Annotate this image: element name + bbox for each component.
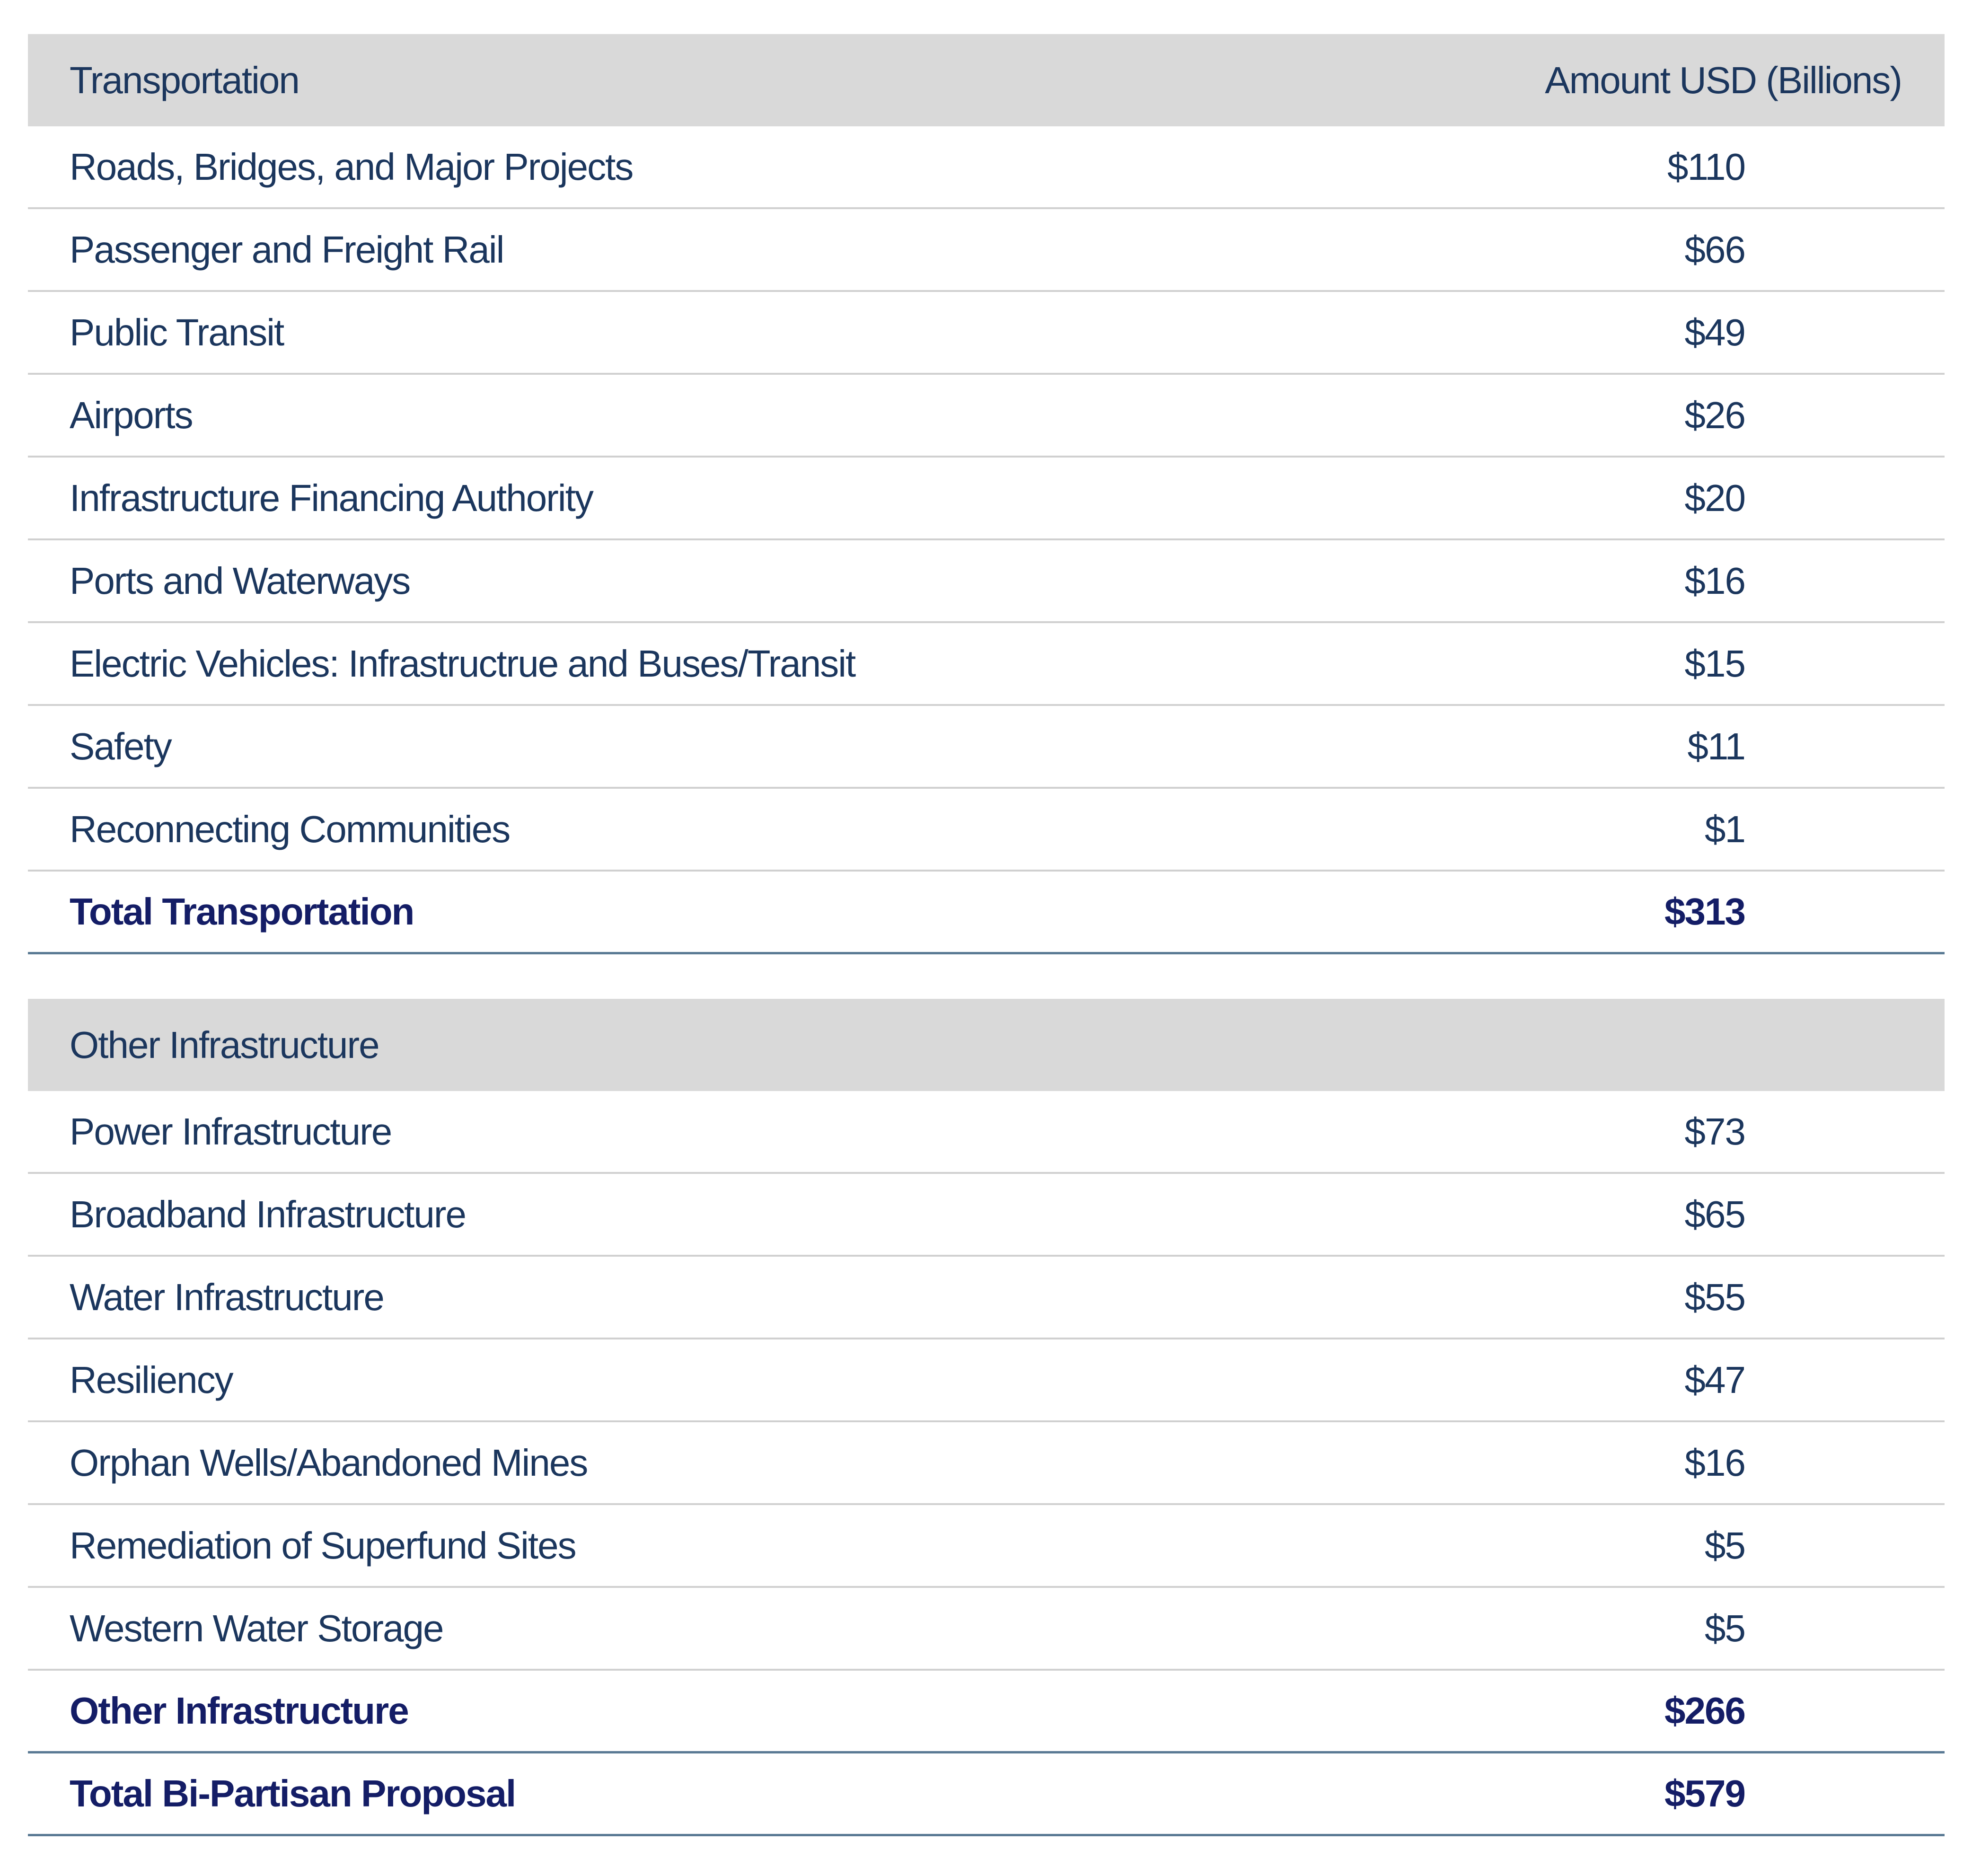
row-value: $65: [1684, 1193, 1746, 1235]
table-row: Ports and Waterways $16: [28, 540, 1945, 623]
row-label: Public Transit: [70, 311, 284, 353]
row-label: Western Water Storage: [70, 1607, 444, 1649]
table-row: Public Transit $49: [28, 292, 1945, 375]
row-value: $73: [1684, 1110, 1746, 1153]
table-row: Western Water Storage $5: [28, 1588, 1945, 1671]
table-row: Roads, Bridges, and Major Projects $110: [28, 126, 1945, 209]
row-label: Orphan Wells/Abandoned Mines: [70, 1441, 588, 1484]
section-header: Transportation Amount USD (Billions): [28, 34, 1945, 126]
table-row: Infrastructure Financing Authority $20: [28, 458, 1945, 540]
grand-total-value: $579: [1664, 1772, 1746, 1814]
table-row: Orphan Wells/Abandoned Mines $16: [28, 1422, 1945, 1505]
table-row: Remediation of Superfund Sites $5: [28, 1505, 1945, 1588]
total-row: Other Infrastructure $266: [28, 1671, 1945, 1753]
total-row: Total Transportation $313: [28, 872, 1945, 954]
row-value: $47: [1684, 1358, 1746, 1401]
table-row: Safety $11: [28, 706, 1945, 789]
row-value: $26: [1684, 394, 1746, 436]
row-label: Reconnecting Communities: [70, 808, 511, 850]
row-value: $5: [1705, 1524, 1746, 1567]
table-row: Passenger and Freight Rail $66: [28, 209, 1945, 292]
grand-total-row: Total Bi-Partisan Proposal $579: [28, 1753, 1945, 1836]
row-label: Passenger and Freight Rail: [70, 228, 504, 271]
row-label: Remediation of Superfund Sites: [70, 1524, 577, 1567]
row-value: $20: [1684, 476, 1746, 519]
table-row: Water Infrastructure $55: [28, 1257, 1945, 1339]
row-label: Water Infrastructure: [70, 1276, 385, 1318]
row-label: Airports: [70, 394, 194, 436]
row-label: Resiliency: [70, 1358, 234, 1401]
row-value: $16: [1684, 1441, 1746, 1484]
section-title: Other Infrastructure: [70, 1023, 380, 1066]
grand-total-label: Total Bi-Partisan Proposal: [70, 1772, 516, 1814]
row-label: Power Infrastructure: [70, 1110, 392, 1153]
row-value: $110: [1667, 145, 1746, 188]
row-label: Infrastructure Financing Authority: [70, 476, 594, 519]
row-value: $11: [1687, 725, 1746, 767]
amount-column-header: Amount USD (Billions): [1545, 59, 1902, 101]
row-value: $55: [1684, 1276, 1746, 1318]
table-row: Electric Vehicles: Infrastructrue and Bu…: [28, 623, 1945, 706]
row-label: Safety: [70, 725, 172, 767]
section-title: Transportation: [70, 59, 300, 101]
row-value: $49: [1684, 311, 1746, 353]
row-label: Electric Vehicles: Infrastructrue and Bu…: [70, 642, 856, 685]
row-value: $5: [1705, 1607, 1746, 1649]
total-label: Total Transportation: [70, 890, 414, 933]
transportation-table: Transportation Amount USD (Billions) Roads…: [28, 34, 1945, 954]
table-row: Power Infrastructure $73: [28, 1091, 1945, 1174]
table-row: Airports $26: [28, 375, 1945, 458]
total-value: $313: [1664, 890, 1746, 933]
row-value: $15: [1684, 642, 1746, 685]
row-label: Broadband Infrastructure: [70, 1193, 467, 1235]
section-header: Other Infrastructure: [28, 999, 1945, 1091]
row-label: Ports and Waterways: [70, 559, 411, 602]
row-value: $16: [1684, 559, 1746, 602]
total-label: Other Infrastructure: [70, 1690, 409, 1732]
table-row: Resiliency $47: [28, 1339, 1945, 1422]
row-label: Roads, Bridges, and Major Projects: [70, 145, 634, 188]
table-row: Broadband Infrastructure $65: [28, 1174, 1945, 1257]
row-value: $1: [1705, 808, 1746, 850]
table-row: Reconnecting Communities $1: [28, 789, 1945, 872]
row-value: $66: [1684, 228, 1746, 271]
total-value: $266: [1664, 1690, 1746, 1732]
other-infrastructure-table: Other Infrastructure Power Infrastructure…: [28, 999, 1945, 1836]
